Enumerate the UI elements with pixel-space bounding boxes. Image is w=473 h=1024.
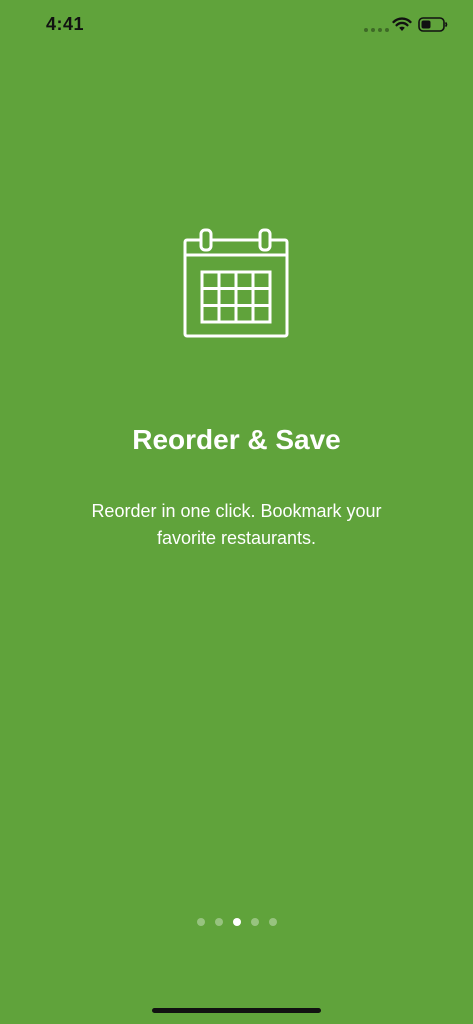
calendar-icon: [183, 228, 289, 338]
signal-dots-icon: [364, 28, 389, 32]
status-time: 4:41: [46, 14, 85, 34]
page-dot-1[interactable]: [196, 918, 205, 926]
onboarding-description: Reorder in one click. Bookmark your favo…: [91, 501, 382, 548]
page-indicator[interactable]: [0, 918, 473, 926]
battery-icon: [418, 17, 448, 32]
wifi-icon: [392, 17, 412, 31]
page-dot-2[interactable]: [214, 918, 223, 926]
page-dot-4[interactable]: [250, 918, 259, 926]
onboarding-title: Reorder & Save: [132, 424, 341, 455]
page-dot-5[interactable]: [268, 918, 277, 926]
home-indicator[interactable]: [152, 1008, 321, 1013]
status-bar: 4:41: [0, 0, 473, 50]
page-dot-3[interactable]: [232, 918, 241, 926]
